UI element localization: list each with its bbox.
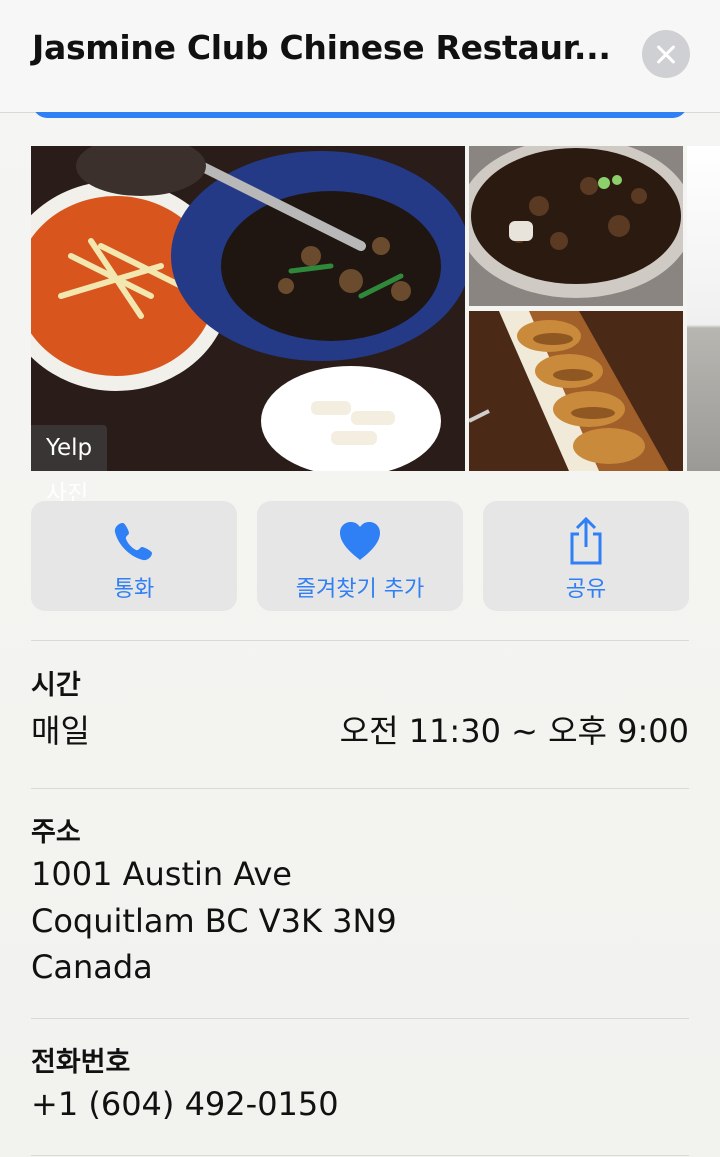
- photo-main[interactable]: [31, 146, 465, 471]
- photo-noodles[interactable]: [469, 146, 683, 306]
- photo-source-label: Yelp 사진: [31, 425, 108, 507]
- call-label: 통화: [113, 577, 155, 602]
- phone-icon: [114, 523, 152, 561]
- divider: [31, 788, 689, 789]
- phone-heading: 전화번호: [31, 1047, 131, 1078]
- address-line-1[interactable]: 1001 Austin Ave: [31, 855, 292, 893]
- phone-number[interactable]: +1 (604) 492-0150: [31, 1085, 339, 1123]
- address-line-2[interactable]: Coquitlam BC V3K 3N9: [31, 902, 397, 940]
- address-line-3[interactable]: Canada: [31, 948, 153, 986]
- hours-heading: 시간: [31, 670, 81, 701]
- share-icon: [570, 517, 602, 565]
- divider: [31, 640, 689, 641]
- heart-icon: [340, 522, 380, 560]
- share-label: 공유: [565, 577, 607, 602]
- photo-dumplings[interactable]: [469, 311, 683, 471]
- header: Jasmine Club Chinese Restaur...: [0, 0, 720, 113]
- share-button[interactable]: 공유: [483, 501, 689, 611]
- photo-partial[interactable]: [687, 146, 720, 471]
- hours-day: 매일: [31, 712, 90, 750]
- close-icon[interactable]: [642, 30, 690, 78]
- photo-noodles-image: [469, 146, 683, 306]
- add-favorite-button[interactable]: 즐겨찾기 추가: [257, 501, 463, 611]
- add-favorite-label: 즐겨찾기 추가: [295, 577, 425, 602]
- address-heading: 주소: [31, 817, 81, 848]
- photo-dumplings-image: [469, 311, 683, 471]
- divider: [31, 1155, 689, 1156]
- place-title: Jasmine Club Chinese Restaur...: [32, 28, 611, 67]
- hours-time: 오전 11:30 ~ 오후 9:00: [339, 712, 689, 750]
- place-card: Jasmine Club Chinese Restaur... Yelp 사진 …: [0, 0, 720, 1157]
- divider: [31, 1018, 689, 1019]
- photo-main-image: [31, 146, 465, 471]
- call-button[interactable]: 통화: [31, 501, 237, 611]
